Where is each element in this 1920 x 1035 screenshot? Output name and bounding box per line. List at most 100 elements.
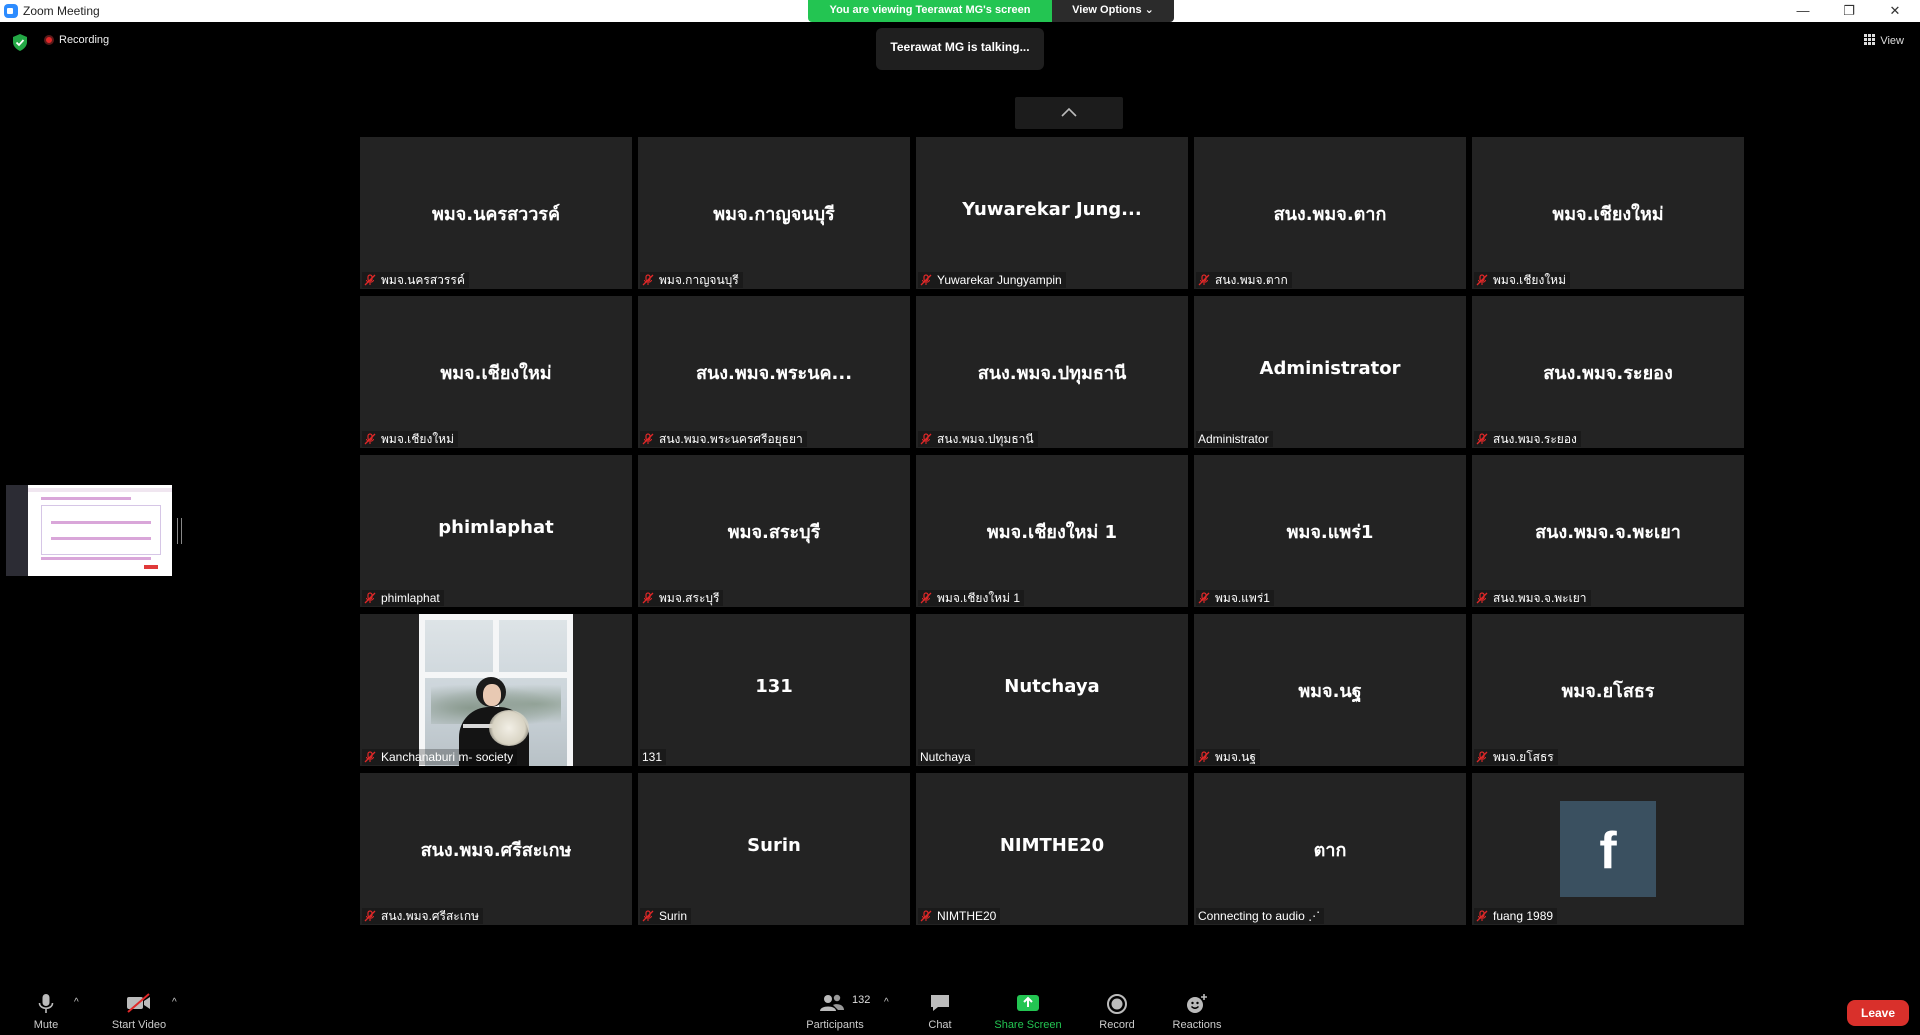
title-bar: Zoom Meeting You are viewing Teerawat MG…: [0, 0, 1920, 22]
chat-label: Chat: [928, 1019, 952, 1031]
participant-tile[interactable]: สนง.พมจ.ปทุมธานี สนง.พมจ.ปทุมธานี: [916, 296, 1188, 448]
muted-mic-icon: [364, 274, 376, 286]
muted-mic-icon: [364, 592, 376, 604]
participant-name: สนง.พมจ.ระยอง: [1493, 432, 1577, 446]
encryption-shield-icon[interactable]: [12, 34, 28, 51]
participant-tile[interactable]: พมจ.นฐ พมจ.นฐ: [1194, 614, 1466, 766]
window-title: Zoom Meeting: [23, 4, 100, 18]
reactions-label: Reactions: [1172, 1019, 1222, 1031]
restore-button[interactable]: ❐: [1826, 0, 1872, 22]
minimize-button[interactable]: —: [1780, 0, 1826, 22]
recording-label: Recording: [59, 34, 110, 46]
participant-name: NIMTHE20: [937, 909, 997, 923]
chat-icon: [931, 995, 949, 1011]
participant-tile[interactable]: พมจ.เชียงใหม่ พมจ.เชียงใหม่: [360, 296, 632, 448]
participant-name: Kanchanaburi m- society: [381, 750, 514, 764]
close-button[interactable]: ✕: [1872, 0, 1918, 22]
participant-tile[interactable]: Nutchaya Nutchaya: [916, 614, 1188, 766]
muted-mic-icon: [920, 910, 932, 922]
participant-display-name: Surin: [747, 835, 801, 856]
shared-screen-thumbnail[interactable]: [6, 485, 172, 576]
participant-tile[interactable]: พมจ.กาญจนบุรี พมจ.กาญจนบุรี: [638, 137, 910, 289]
participant-display-name: Yuwarekar Jung...: [962, 199, 1142, 220]
muted-mic-icon: [642, 910, 654, 922]
muted-mic-icon: [1476, 910, 1488, 922]
microphone-icon: [38, 994, 54, 1013]
participant-name: พมจ.แพร่1: [1215, 591, 1270, 605]
participant-name: พมจ.สระบุรี: [659, 591, 720, 605]
participant-name-label: สนง.พมจ.ปทุมธานี: [918, 431, 1038, 447]
participant-tile[interactable]: NIMTHE20 NIMTHE20: [916, 773, 1188, 925]
muted-mic-icon: [364, 910, 376, 922]
participants-label: Participants: [806, 1019, 864, 1031]
gallery-page-up-button[interactable]: [1015, 97, 1123, 129]
participant-display-name: สนง.พมจ.ระยอง: [1543, 363, 1673, 384]
muted-mic-icon: [920, 274, 932, 286]
participant-display-name: พมจ.เชียงใหม่: [1552, 204, 1664, 225]
muted-mic-icon: [642, 274, 654, 286]
participant-name: สนง.พมจ.ปทุมธานี: [937, 432, 1034, 446]
participant-name: Connecting to audio ⋰: [1198, 909, 1321, 923]
participant-display-name: Nutchaya: [1004, 676, 1100, 697]
participant-name: พมจ.เชียงใหม่ 1: [937, 591, 1021, 605]
participant-display-name: พมจ.แพร่1: [1286, 522, 1374, 543]
participants-icon: [820, 994, 844, 1011]
participant-display-name: พมจ.สระบุรี: [727, 522, 821, 543]
view-options-button[interactable]: View Options ⌄: [1052, 0, 1174, 22]
participant-tile[interactable]: 131 131: [638, 614, 910, 766]
participant-name-label: Administrator: [1196, 431, 1273, 447]
thumbnail-resize-handle[interactable]: [177, 518, 182, 544]
participants-count: 132: [852, 994, 871, 1006]
video-options-caret[interactable]: ^: [172, 997, 177, 1008]
participant-tile[interactable]: สนง.พมจ.ระยอง สนง.พมจ.ระยอง: [1472, 296, 1744, 448]
share-screen-icon: [1017, 995, 1039, 1011]
participant-name-label: พมจ.เชียงใหม่: [362, 431, 459, 447]
participant-name-label: Yuwarekar Jungyampin: [918, 272, 1066, 288]
participant-tile[interactable]: f fuang 1989: [1472, 773, 1744, 925]
participant-tile[interactable]: สนง.พมจ.พระนค... สนง.พมจ.พระนครศรีอยุธยา: [638, 296, 910, 448]
meeting-toolbar: Mute ^ Start Video ^ 132 Participants ^ …: [0, 985, 1920, 1035]
participants-options-caret[interactable]: ^: [884, 997, 889, 1008]
grid-view-icon: [1864, 34, 1876, 45]
participant-tile[interactable]: สนง.พมจ.ตาก สนง.พมจ.ตาก: [1194, 137, 1466, 289]
participant-tile[interactable]: พมจ.ยโสธร พมจ.ยโสธร: [1472, 614, 1744, 766]
participant-tile[interactable]: สนง.พมจ.จ.พะเยา สนง.พมจ.จ.พะเยา: [1472, 455, 1744, 607]
recording-dot-icon: [44, 35, 54, 45]
participant-tile[interactable]: พมจ.เชียงใหม่ 1 พมจ.เชียงใหม่ 1: [916, 455, 1188, 607]
participant-tile[interactable]: ตาก Connecting to audio ⋰: [1194, 773, 1466, 925]
participant-name-label: สนง.พมจ.จ.พะเยา: [1474, 590, 1591, 606]
participant-name: สนง.พมจ.ตาก: [1215, 273, 1288, 287]
participant-tile[interactable]: พมจ.เชียงใหม่ พมจ.เชียงใหม่: [1472, 137, 1744, 289]
leave-button[interactable]: Leave: [1847, 1000, 1909, 1026]
participant-name: พมจ.นครสวรรค์: [381, 273, 465, 287]
participant-display-name: สนง.พมจ.พระนค...: [695, 363, 853, 384]
recording-indicator[interactable]: Recording: [44, 34, 109, 46]
participant-name-label: พมจ.เชียงใหม่ 1: [918, 590, 1025, 606]
mute-label: Mute: [33, 1019, 59, 1031]
participant-name: Nutchaya: [920, 750, 971, 764]
participant-display-name: พมจ.นฐ: [1298, 681, 1362, 702]
participant-tile[interactable]: สนง.พมจ.ศรีสะเกษ สนง.พมจ.ศรีสะเกษ: [360, 773, 632, 925]
participant-tile[interactable]: Surin Surin: [638, 773, 910, 925]
participant-tile[interactable]: พมจ.แพร่1 พมจ.แพร่1: [1194, 455, 1466, 607]
participant-name-label: พมจ.นฐ: [1196, 749, 1261, 765]
audio-options-caret[interactable]: ^: [74, 997, 79, 1008]
muted-mic-icon: [1198, 274, 1210, 286]
muted-mic-icon: [1476, 592, 1488, 604]
participant-tile[interactable]: phimlaphat phimlaphat: [360, 455, 632, 607]
participant-name-label: พมจ.เชียงใหม่: [1474, 272, 1571, 288]
view-layout-button[interactable]: View: [1864, 34, 1904, 47]
participant-tile[interactable]: พมจ.นครสววรค์ พมจ.นครสวรรค์: [360, 137, 632, 289]
share-screen-label: Share Screen: [994, 1019, 1062, 1031]
participant-tile[interactable]: Kanchanaburi m- society: [360, 614, 632, 766]
participant-tile[interactable]: Administrator Administrator: [1194, 296, 1466, 448]
participant-tile[interactable]: พมจ.สระบุรี พมจ.สระบุรี: [638, 455, 910, 607]
participant-name: Administrator: [1198, 432, 1269, 446]
participant-name: พมจ.ยโสธร: [1493, 750, 1554, 764]
participant-name: phimlaphat: [381, 591, 440, 605]
participant-tile[interactable]: Yuwarekar Jung... Yuwarekar Jungyampin: [916, 137, 1188, 289]
participant-name-label: Nutchaya: [918, 749, 975, 765]
muted-mic-icon: [920, 592, 932, 604]
participant-name: fuang 1989: [1493, 909, 1554, 923]
muted-mic-icon: [642, 592, 654, 604]
